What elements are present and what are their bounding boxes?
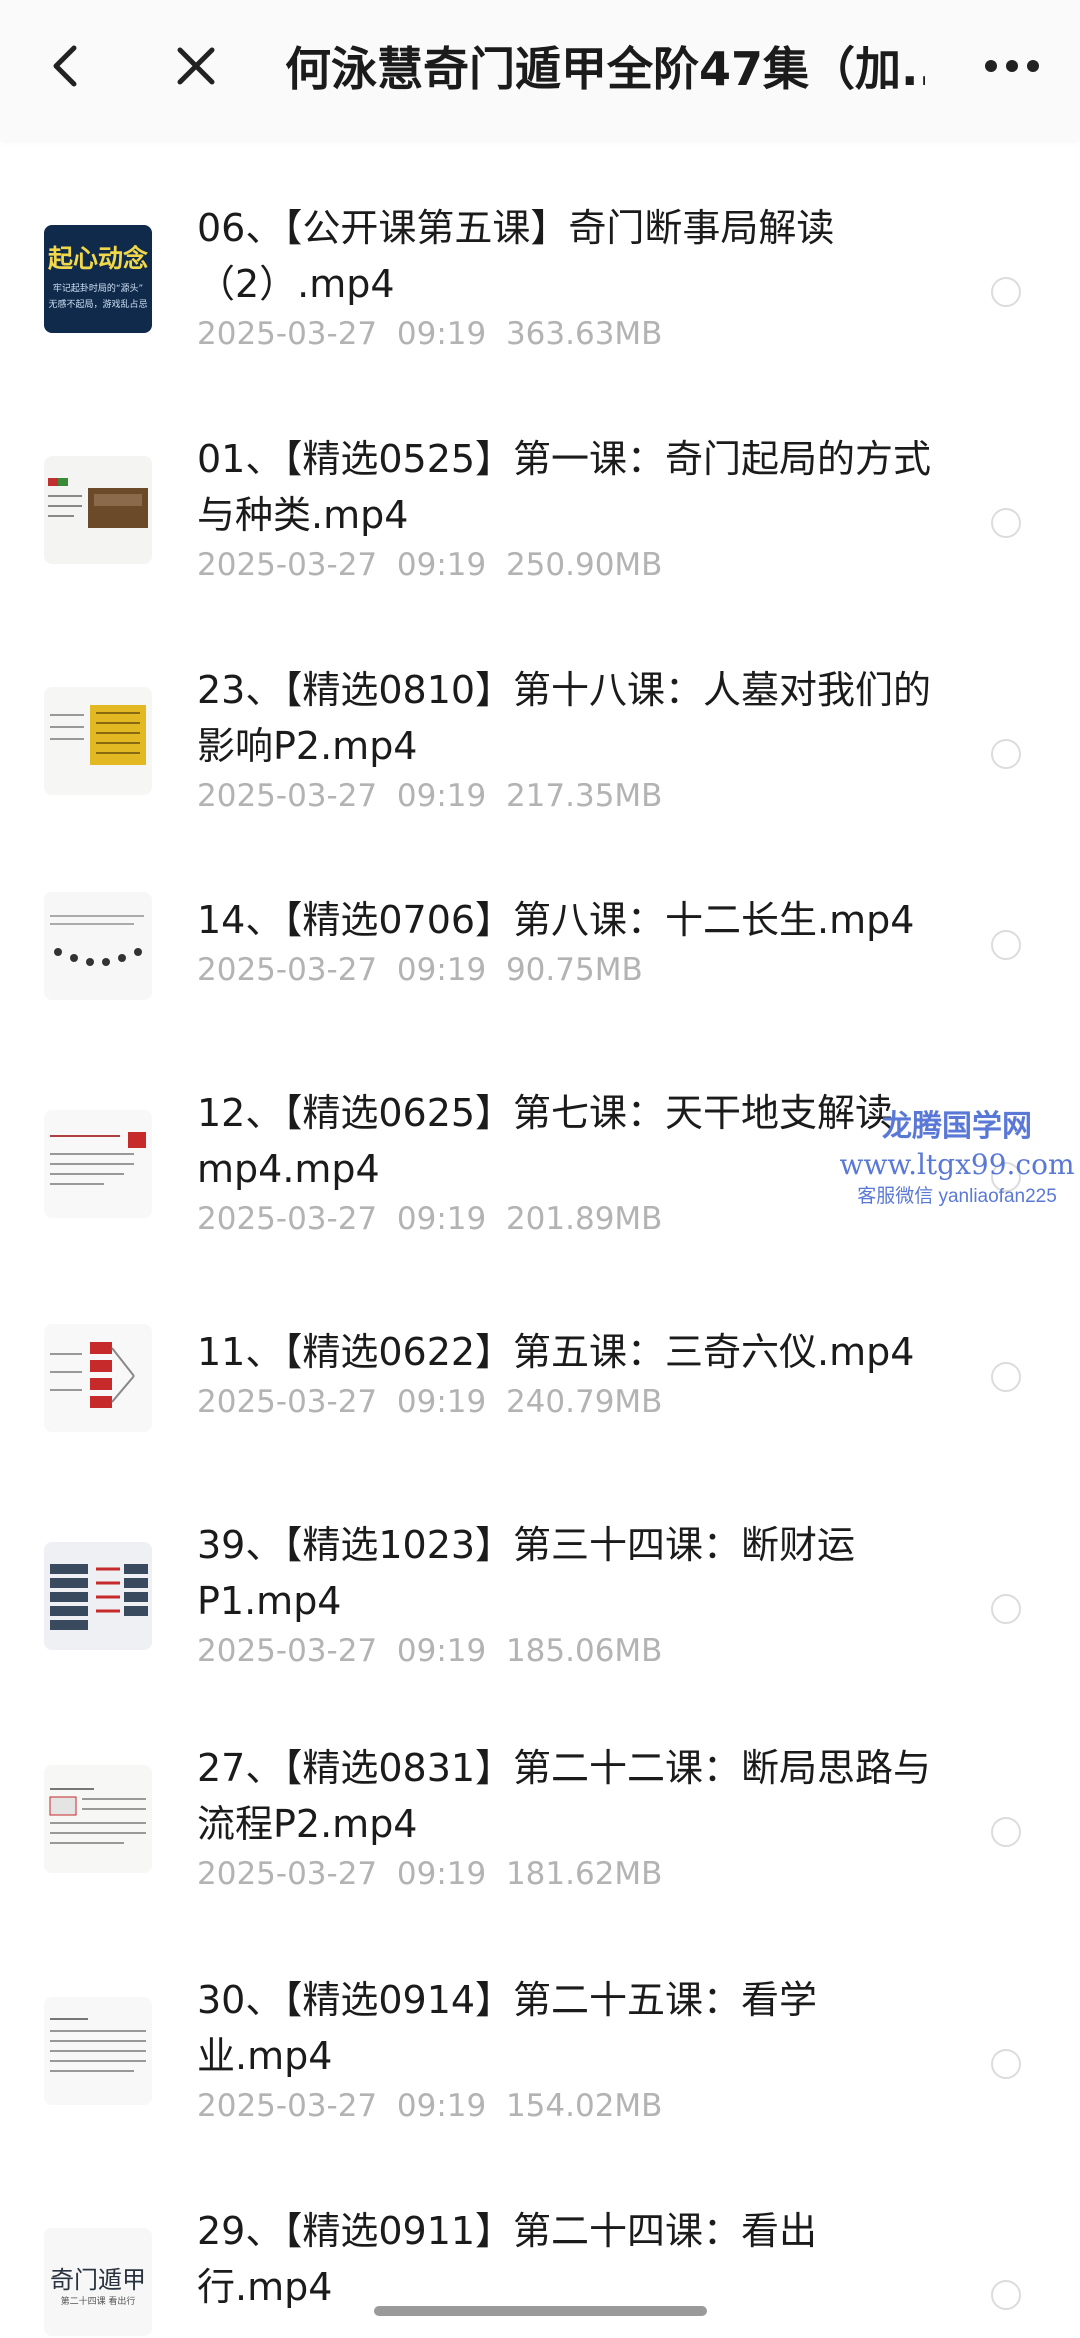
video-thumbnail [44,1324,152,1432]
thumbnail-text: 第二十四课 看出行 [60,2297,136,2307]
file-date: 2025-03-27 [197,1201,378,1237]
home-indicator[interactable] [374,2306,707,2316]
back-button[interactable] [36,36,96,96]
file-size: 154.02MB [505,2088,663,2124]
file-meta: 2025-03-27 09:19 185.06MB [197,1633,662,1669]
file-meta: 2025-03-27 09:19 154.02MB [197,2088,662,2124]
file-meta: 2025-03-27 09:19 201.89MB [197,1201,662,1237]
select-radio[interactable] [991,508,1021,538]
file-time: 09:19 [396,2088,487,2124]
video-thumbnail [44,1997,152,2105]
file-size: 181.62MB [505,1856,663,1892]
video-thumbnail [44,892,152,1000]
file-date: 2025-03-27 [197,1856,378,1892]
file-meta: 2025-03-27 09:19 250.90MB [197,547,662,583]
watermark-contact: 客服微信 yanliaofan225 [857,1186,1057,1207]
thumbnail-text: 无感不起局，游戏乱占忌 [48,300,148,310]
page-title: 何泳慧奇门遁甲全阶47集（加... [285,42,925,96]
watermark-title: 龙腾国学网 [882,1109,1032,1144]
file-time: 09:19 [396,1201,487,1237]
file-time: 09:19 [396,1856,487,1892]
file-name: 23、【精选0810】第十八课：人墓对我们的影响P2.mp4 [197,668,932,768]
file-time: 09:19 [396,547,487,583]
video-thumbnail [44,1110,152,1218]
file-name: 12、【精选0625】第七课：天干地支解读mp4.mp4 [197,1091,894,1191]
file-meta: 2025-03-27 09:19 181.62MB [197,1856,662,1892]
video-thumbnail [44,456,152,564]
file-name: 14、【精选0706】第八课：十二长生.mp4 [197,898,915,942]
file-name: 01、【精选0525】第一课：奇门起局的方式与种类.mp4 [197,437,932,537]
file-name: 30、【精选0914】第二十五课：看学业.mp4 [197,1978,818,2078]
more-button[interactable] [975,36,1055,96]
video-thumbnail [44,687,152,795]
select-radio[interactable] [991,739,1021,769]
file-date: 2025-03-27 [197,316,378,352]
file-time: 09:19 [396,1633,487,1669]
file-meta: 2025-03-27 09:19 240.79MB [197,1384,662,1420]
watermark: 龙腾国学网 www.ltgx99.com 客服微信 yanliaofan225 [832,1108,1080,1210]
select-radio[interactable] [991,930,1021,960]
file-size: 363.63MB [505,316,663,352]
file-time: 09:19 [396,1384,487,1420]
file-date: 2025-03-27 [197,1633,378,1669]
file-date: 2025-03-27 [197,2088,378,2124]
file-size: 201.89MB [505,1201,663,1237]
file-name: 27、【精选0831】第二十二课：断局思路与流程P2.mp4 [197,1746,932,1846]
file-meta: 2025-03-27 09:19 217.35MB [197,778,662,814]
file-date: 2025-03-27 [197,1384,378,1420]
thumbnail-text: 起心动念 [47,244,148,273]
file-name: 11、【精选0622】第五课：三奇六仪.mp4 [197,1330,915,1374]
file-size: 217.35MB [505,778,663,814]
file-time: 09:19 [396,952,487,988]
select-radio[interactable] [991,1817,1021,1847]
select-radio[interactable] [991,1362,1021,1392]
file-size: 185.06MB [505,1633,663,1669]
file-date: 2025-03-27 [197,778,378,814]
file-size: 240.79MB [505,1384,663,1420]
thumbnail-text: 牢记起卦时局的“源头” [52,284,144,294]
file-date: 2025-03-27 [197,547,378,583]
top-bar: 何泳慧奇门遁甲全阶47集（加... [0,0,1080,140]
select-radio[interactable] [991,2049,1021,2079]
file-time: 09:19 [396,778,487,814]
more-dots-icon [985,60,1039,72]
file-meta: 2025-03-27 09:19 363.63MB [197,316,662,352]
select-radio[interactable] [991,277,1021,307]
video-thumbnail: 奇门遁甲 第二十四课 看出行 [44,2228,152,2336]
file-meta: 2025-03-27 09:19 90.75MB [197,952,643,988]
close-button[interactable] [166,36,226,96]
video-thumbnail [44,1542,152,1650]
chevron-left-icon [53,45,77,87]
close-icon [177,47,215,85]
file-size: 250.90MB [505,547,663,583]
file-name: 29、【精选0911】第二十四课：看出行.mp4 [197,2209,818,2309]
video-thumbnail [44,1765,152,1873]
file-name: 39、【精选1023】第三十四课：断财运P1.mp4 [197,1523,856,1623]
thumbnail-text: 奇门遁甲 [50,2266,146,2294]
file-time: 09:19 [396,316,487,352]
video-thumbnail: 起心动念 牢记起卦时局的“源头” 无感不起局，游戏乱占忌 [44,225,152,333]
watermark-url: www.ltgx99.com [839,1148,1075,1181]
file-name: 06、【公开课第五课】奇门断事局解读（2）.mp4 [197,206,835,306]
select-radio[interactable] [991,1594,1021,1624]
file-date: 2025-03-27 [197,952,378,988]
select-radio[interactable] [991,2280,1021,2310]
file-size: 90.75MB [505,952,643,988]
